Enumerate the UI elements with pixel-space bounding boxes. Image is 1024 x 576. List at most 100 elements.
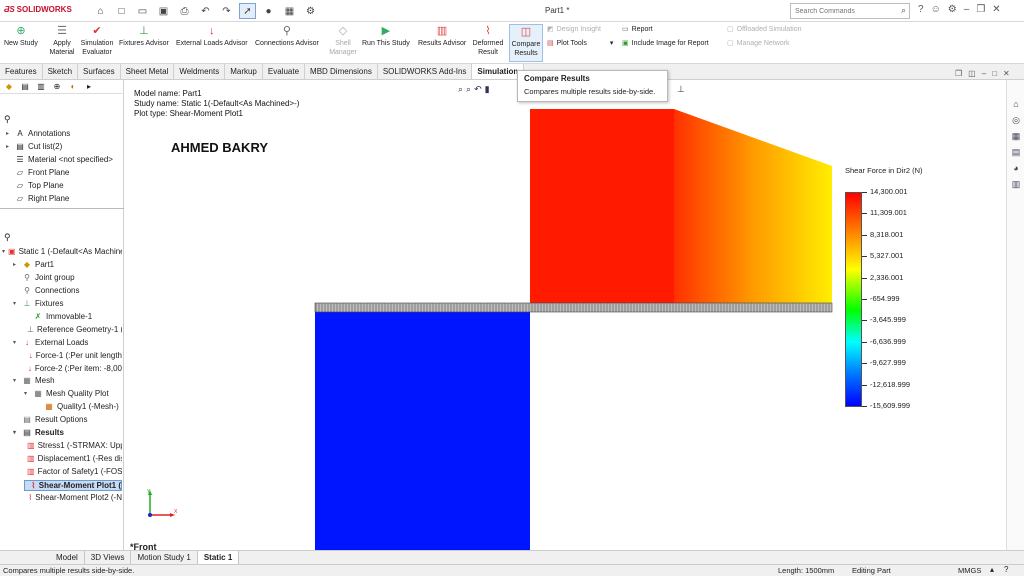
tree-item-annotations[interactable]: ▸ A Annotations xyxy=(6,129,116,138)
search-icon[interactable]: ⌕ xyxy=(901,5,906,16)
study-tree-item[interactable]: ▤ Result Options xyxy=(13,415,122,424)
tab-markup[interactable]: Markup xyxy=(225,64,263,79)
user-icon[interactable]: ☺ xyxy=(931,4,941,15)
expand-arrow-icon[interactable]: ▾ xyxy=(13,429,19,436)
offloaded-simulation-button[interactable]: ▢ Offloaded Simulation xyxy=(727,25,801,34)
tab-solidworks-add-ins[interactable]: SOLIDWORKS Add-Ins xyxy=(378,64,473,79)
external-loads-advisor-button[interactable]: ↓ External Loads Advisor xyxy=(176,24,248,48)
previous-view-icon[interactable]: ↶ xyxy=(474,84,482,95)
tab-weldments[interactable]: Weldments xyxy=(174,64,226,79)
zoom-to-fit-icon[interactable]: ⌕ xyxy=(458,84,463,95)
save-icon[interactable]: ▣ xyxy=(155,3,172,19)
study-tree-item[interactable]: ▾ ▦ Mesh xyxy=(13,376,122,385)
study-tree-item[interactable]: ▥ Displacement1 (-Res dis xyxy=(24,454,122,463)
zoom-area-icon[interactable]: ⌕ xyxy=(466,84,471,95)
tree-item-top-plane[interactable]: ▱ Top Plane xyxy=(6,181,116,190)
minimize-icon[interactable]: – xyxy=(964,4,970,15)
view-orientation-icon[interactable]: ⊥ xyxy=(677,84,685,95)
expand-arrow-icon[interactable]: ▸ xyxy=(13,261,19,268)
dimxpert-tab-icon[interactable]: ⊕ xyxy=(51,81,63,92)
study-tree-item[interactable]: ▾ ⊥ Fixtures xyxy=(13,299,122,308)
section-view-icon[interactable]: ▮ xyxy=(485,84,490,95)
study-tree-item[interactable]: ▥ Factor of Safety1 (-FOS- xyxy=(24,467,122,476)
tab-3d-views[interactable]: 3D Views xyxy=(85,551,132,564)
study-tree-item[interactable]: ⊥ Reference Geometry-1 ( xyxy=(24,325,122,334)
settings-icon[interactable]: ⚙ xyxy=(948,4,957,15)
expand-arrow-icon[interactable]: ▾ xyxy=(24,390,30,397)
panel-splitter[interactable] xyxy=(0,208,124,209)
expand-arrow-icon[interactable]: ▾ xyxy=(13,300,19,307)
tab-static-1[interactable]: Static 1 xyxy=(197,551,240,564)
apply-material-button[interactable]: ☰ Apply Material xyxy=(47,24,77,57)
viewport-restore-icon[interactable]: ❐ xyxy=(955,69,962,78)
filter-icon[interactable]: ⚲ xyxy=(4,114,11,125)
home-icon[interactable]: ⌂ xyxy=(92,3,109,19)
tab-model[interactable]: Model xyxy=(50,551,85,564)
connections-advisor-button[interactable]: ⚲ Connections Advisor xyxy=(255,24,319,48)
study-tree-item[interactable]: ▾ ▤ Results xyxy=(13,428,122,437)
new-study-button[interactable]: ⊕ New Study xyxy=(4,24,38,48)
plot-tools-button[interactable]: ▤ Plot Tools ▾ xyxy=(547,39,613,48)
tab-surfaces[interactable]: Surfaces xyxy=(78,64,121,79)
rebuild-icon[interactable]: ▦ xyxy=(281,3,298,19)
report-button[interactable]: ▭ Report xyxy=(622,25,653,34)
study-tree-item[interactable]: ▥ Stress1 (-STRMAX: Uppe xyxy=(24,441,122,450)
tab-features[interactable]: Features xyxy=(0,64,43,79)
run-this-study-button[interactable]: ▶ Run This Study xyxy=(362,24,410,48)
study-tree-item[interactable]: ▾ ▦ Mesh Quality Plot xyxy=(24,389,122,398)
study-filter-icon[interactable]: ⚲ xyxy=(4,232,11,243)
design-library-icon[interactable]: ▦ xyxy=(1009,130,1023,142)
study-tree-item[interactable]: ▾ ↓ External Loads xyxy=(13,338,122,347)
results-advisor-button[interactable]: ▥ Results Advisor xyxy=(418,24,466,48)
viewport-tile-icon[interactable]: ◫ xyxy=(968,69,976,78)
tab-sketch[interactable]: Sketch xyxy=(43,64,79,79)
search-commands[interactable]: ⌕ xyxy=(790,3,910,19)
status-help-icon[interactable]: ? xyxy=(1004,565,1008,574)
study-tree-item[interactable]: ↓ Force-2 (:Per item: -8,00 xyxy=(24,364,122,373)
viewport-maximize-icon[interactable]: □ xyxy=(992,69,997,78)
study-tree-item[interactable]: ▦ Quality1 (-Mesh-) xyxy=(35,402,122,411)
manage-network-button[interactable]: ▢ Manage Network xyxy=(727,39,790,48)
study-tree-item[interactable]: ⚲ Connections xyxy=(13,286,122,295)
study-tree-item[interactable]: ✗ Immovable-1 xyxy=(24,312,122,321)
tab-mbd-dimensions[interactable]: MBD Dimensions xyxy=(305,64,378,79)
expand-arrow-icon[interactable]: ▾ xyxy=(13,339,19,346)
feature-manager-tab-icon[interactable]: ◆ xyxy=(3,81,15,92)
include-image-button[interactable]: ▣ Include Image for Report xyxy=(622,39,709,48)
property-manager-tab-icon[interactable]: ▤ xyxy=(19,81,31,92)
file-explorer-icon[interactable]: ▤ xyxy=(1009,146,1023,158)
shell-manager-button[interactable]: ◇ Shell Manager xyxy=(329,24,357,57)
beam-mesh[interactable] xyxy=(314,302,833,313)
legend-color-bar[interactable] xyxy=(845,192,862,407)
design-insight-button[interactable]: ◩ Design Insight xyxy=(547,25,601,34)
viewport-close-icon[interactable]: ✕ xyxy=(1003,69,1010,78)
redo-icon[interactable]: ↷ xyxy=(218,3,235,19)
options-gear-icon[interactable]: ⚙ xyxy=(302,3,319,19)
undo-icon[interactable]: ↶ xyxy=(197,3,214,19)
viewport-minimize-icon[interactable]: – xyxy=(982,69,986,78)
expand-arrow-icon[interactable]: ▾ xyxy=(2,248,5,255)
study-tree-item[interactable]: ⌇ Shear-Moment Plot2 (-N xyxy=(24,493,122,502)
expand-tabs-icon[interactable]: ▸ xyxy=(83,81,95,92)
display-manager-tab-icon[interactable]: ◐ xyxy=(67,81,79,92)
home-task-icon[interactable]: ⌂ xyxy=(1009,98,1023,110)
tab-evaluate[interactable]: Evaluate xyxy=(263,64,306,79)
status-units[interactable]: MMGS xyxy=(958,566,981,575)
select-pointer-icon[interactable]: ➚ xyxy=(239,3,256,19)
resources-icon[interactable]: ◎ xyxy=(1009,114,1023,126)
traffic-light-icon[interactable]: ● xyxy=(260,3,277,19)
study-tree-item[interactable]: ⌇ Shear-Moment Plot1 ( xyxy=(24,480,122,491)
new-document-icon[interactable]: □ xyxy=(113,3,130,19)
tree-item-cut-list[interactable]: ▸ ▤ Cut list(2) xyxy=(6,142,116,151)
close-icon[interactable]: ✕ xyxy=(992,4,1000,15)
status-up-icon[interactable]: ▴ xyxy=(990,565,994,574)
simulation-evaluator-button[interactable]: ✔ Simulation Evaluator xyxy=(80,24,114,57)
deformed-result-button[interactable]: ⌇ Deformed Result xyxy=(472,24,504,57)
custom-properties-icon[interactable]: ▥ xyxy=(1009,178,1023,190)
study-tree-item[interactable]: ▸ ◆ Part1 xyxy=(13,260,122,269)
tree-item-material[interactable]: ☰ Material <not specified> xyxy=(6,155,116,164)
tab-motion-study[interactable]: Motion Study 1 xyxy=(131,551,198,564)
restore-icon[interactable]: ❐ xyxy=(976,4,985,15)
tree-item-front-plane[interactable]: ▱ Front Plane xyxy=(6,168,116,177)
study-tree-item[interactable]: ↓ Force-1 (:Per unit length xyxy=(24,351,122,360)
